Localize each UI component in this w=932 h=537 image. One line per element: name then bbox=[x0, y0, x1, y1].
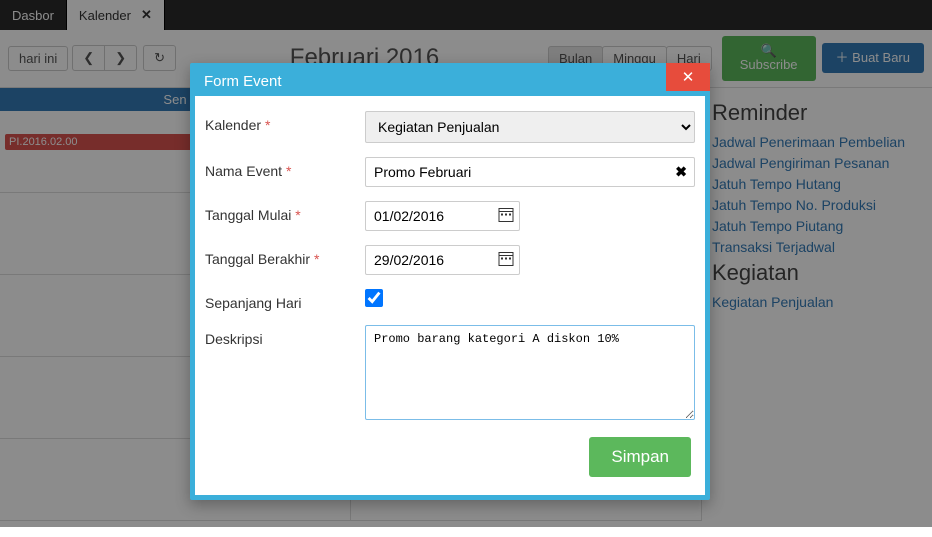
required-marker: * bbox=[286, 163, 291, 179]
modal-title: Form Event bbox=[194, 67, 706, 96]
tanggal-mulai-label: Tanggal Mulai * bbox=[205, 201, 365, 223]
nama-event-label: Nama Event * bbox=[205, 157, 365, 179]
form-event-modal: Form Event ✕ Kalender * Kegiatan Penjual… bbox=[190, 63, 710, 500]
required-marker: * bbox=[314, 251, 319, 267]
sepanjang-hari-checkbox[interactable] bbox=[365, 289, 383, 307]
required-marker: * bbox=[295, 207, 300, 223]
modal-body: Kalender * Kegiatan Penjualan Nama Event… bbox=[195, 95, 705, 495]
tanggal-berakhir-label: Tanggal Berakhir * bbox=[205, 245, 365, 267]
clear-icon[interactable]: ✖ bbox=[675, 164, 687, 181]
required-marker: * bbox=[265, 117, 270, 133]
simpan-button[interactable]: Simpan bbox=[589, 437, 691, 477]
deskripsi-textarea[interactable] bbox=[365, 325, 695, 420]
sepanjang-hari-label: Sepanjang Hari bbox=[205, 289, 365, 311]
deskripsi-label: Deskripsi bbox=[205, 325, 365, 347]
kalender-select[interactable]: Kegiatan Penjualan bbox=[365, 111, 695, 143]
kalender-label: Kalender * bbox=[205, 111, 365, 133]
modal-close-button[interactable]: ✕ bbox=[666, 63, 710, 91]
tanggal-mulai-input[interactable] bbox=[365, 201, 520, 231]
tanggal-berakhir-input[interactable] bbox=[365, 245, 520, 275]
nama-event-input[interactable] bbox=[365, 157, 695, 187]
